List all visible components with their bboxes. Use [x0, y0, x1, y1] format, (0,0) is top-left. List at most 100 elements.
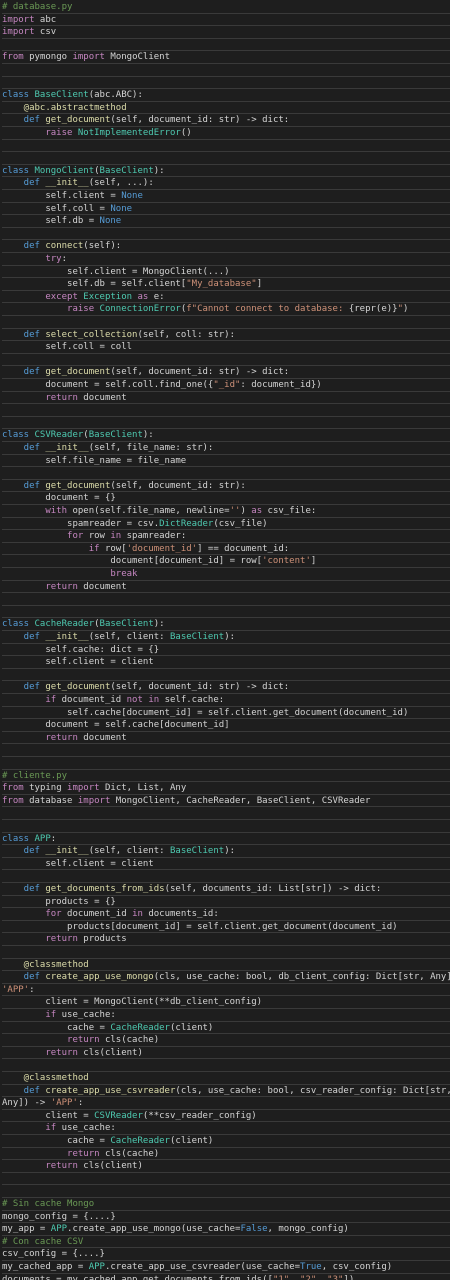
code-token: :: [50, 833, 57, 844]
code-token: def: [2, 115, 40, 126]
code-token: BaseClient: [88, 430, 143, 441]
code-line: def get_documents_from_ids(self, documen…: [2, 883, 450, 896]
code-line: if document_id not in self.cache:: [2, 694, 450, 707]
code-token: ,: [316, 1274, 328, 1280]
code-line: [2, 820, 450, 833]
code-token: Any]) ->: [2, 1098, 51, 1109]
code-line: [2, 228, 450, 241]
code-line: [2, 467, 450, 480]
code-line: # Sin cache Mongo: [2, 1198, 450, 1211]
code-token: self.file_name = file_name: [2, 455, 187, 466]
code-line: my_cached_app = APP.create_app_use_csvre…: [2, 1261, 450, 1274]
code-line: [2, 1059, 450, 1072]
code-line: documents = my_cached_app.get_documents_…: [2, 1274, 450, 1280]
code-line: class MongoClient(BaseClient):: [2, 165, 450, 178]
code-token: def: [2, 443, 40, 453]
code-token: self.client = client: [2, 657, 154, 668]
code-line: [2, 140, 450, 153]
code-line: [2, 404, 450, 417]
code-token: True: [300, 1262, 322, 1272]
code-token: document[document_id] = row[: [2, 556, 263, 567]
code-token: "1": [272, 1274, 290, 1280]
code-token: my_cached_app =: [2, 1262, 89, 1272]
code-token: with: [2, 506, 68, 516]
code-token: document_id: [56, 695, 127, 705]
code-line: self.coll = coll: [2, 341, 450, 354]
code-token: APP: [29, 833, 51, 844]
code-token: (abc.ABC):: [88, 90, 143, 101]
code-token: MongoClient: [104, 52, 171, 63]
code-line: products[document_id] = self.client.get_…: [2, 921, 450, 934]
code-token: products: [77, 934, 127, 945]
code-line: def __init__(self, ...):: [2, 177, 450, 190]
code-token: APP: [50, 1224, 68, 1235]
code-token: cls(client): [77, 1161, 143, 1172]
code-line: def get_document(self, document_id: str)…: [2, 681, 450, 694]
code-line: cache = CacheReader(client): [2, 1022, 450, 1035]
code-token: (self, file_name: str):: [88, 443, 214, 453]
code-line: [2, 64, 450, 77]
code-token: import: [67, 783, 100, 794]
code-token: try: [2, 254, 62, 264]
code-token: def: [2, 632, 40, 642]
code-line: [2, 870, 450, 883]
code-token: client = MongoClient(**db_client_config): [2, 997, 263, 1008]
code-line: [2, 757, 450, 770]
code-token: CSVReader: [94, 1110, 143, 1121]
code-line: for row in spamreader:: [2, 530, 450, 543]
code-token: from: [2, 783, 24, 794]
code-token: self.cache: dict = {}: [2, 644, 160, 655]
code-token: document: [77, 581, 127, 592]
code-line: @classmethod: [2, 1072, 450, 1085]
code-token: None: [121, 191, 143, 201]
code-token: from: [2, 795, 24, 806]
code-token: (self, ...):: [88, 178, 154, 189]
code-token: BaseClient: [99, 619, 154, 630]
code-token: ): [403, 304, 409, 315]
code-token: class: [2, 619, 30, 630]
code-token: typing: [23, 783, 68, 794]
code-editor[interactable]: # database.py import abc import csv from py…: [0, 0, 450, 1280]
code-token: document: [77, 392, 127, 403]
code-line: [2, 1173, 450, 1186]
code-token: # Sin cache Mongo: [2, 1199, 95, 1209]
code-line: csv_config = {....}: [2, 1248, 450, 1261]
code-token: self.db = self.client[: [2, 279, 187, 290]
code-token: return: [2, 392, 78, 403]
code-line: self.cache: dict = {}: [2, 644, 450, 657]
code-token: my_app =: [2, 1224, 51, 1235]
code-token: ]: [256, 279, 263, 290]
code-line: cache = CacheReader(client): [2, 1135, 450, 1148]
code-token: cls(cache): [99, 1035, 160, 1046]
code-token: self.client =: [2, 191, 122, 201]
code-token: , csv_config): [321, 1262, 393, 1272]
code-line: [2, 77, 450, 90]
code-token: 'content': [262, 556, 311, 567]
code-line: client = CSVReader(**csv_reader_config): [2, 1110, 450, 1123]
code-line: self.db = self.client["My_database"]: [2, 278, 450, 291]
code-token: .create_app_use_mongo(use_cache=: [67, 1224, 241, 1235]
code-token: 'document_id': [126, 543, 198, 554]
code-token: self.client = client: [2, 858, 154, 869]
code-token: CacheReader: [110, 1022, 170, 1033]
code-token: :: [61, 254, 68, 264]
code-token: if: [2, 1123, 57, 1134]
code-token: pymongo: [23, 52, 73, 63]
code-token: (csv_file): [213, 518, 268, 529]
code-line: [2, 606, 450, 619]
code-line: def get_document(self, document_id: str)…: [2, 114, 450, 127]
code-token: return: [2, 1047, 78, 1058]
code-token: DictReader: [159, 518, 214, 529]
code-line: [2, 354, 450, 367]
code-token: @abc.abstractmethod: [2, 102, 127, 113]
code-token: CacheReader: [29, 619, 95, 630]
code-line: [2, 152, 450, 165]
code-line: [2, 946, 450, 959]
code-token: , mongo_config): [267, 1224, 349, 1235]
code-token: get_document: [39, 115, 111, 126]
code-token: use_cache:: [56, 1123, 116, 1134]
code-token: # Con cache CSV: [2, 1236, 84, 1247]
code-token: (client): [169, 1022, 214, 1033]
code-token: return: [2, 1161, 78, 1172]
code-token: create_app_use_mongo: [39, 972, 154, 983]
